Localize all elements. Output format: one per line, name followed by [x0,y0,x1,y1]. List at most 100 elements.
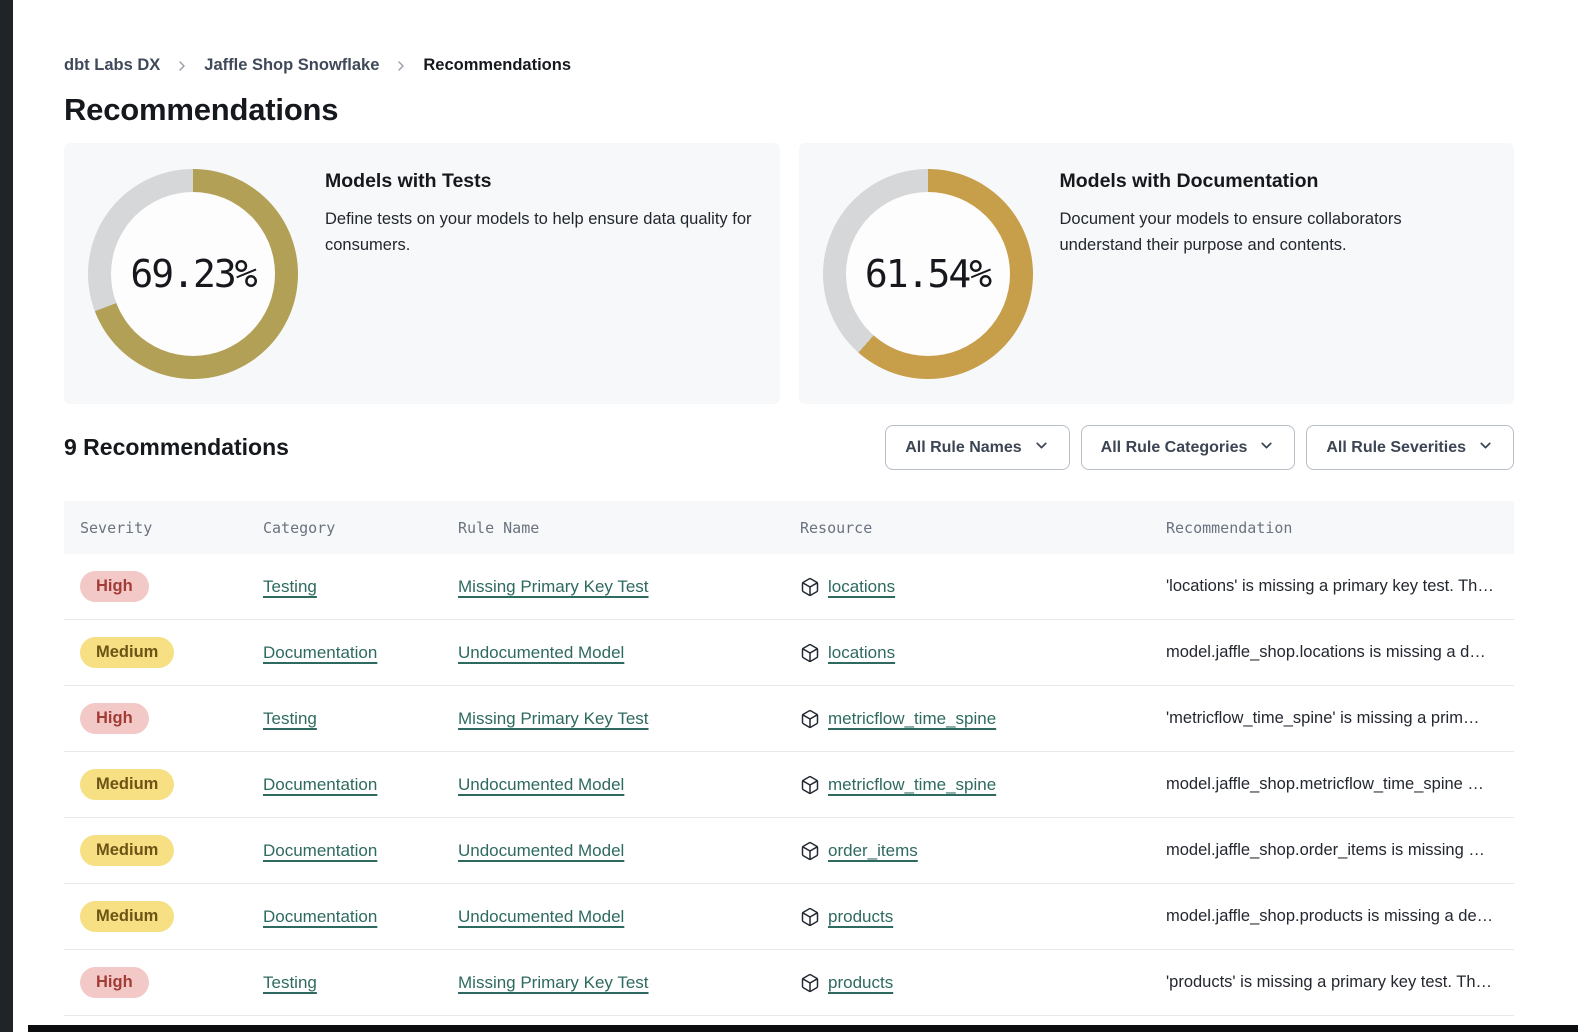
category-link[interactable]: Testing [263,577,317,596]
chevron-down-icon [1258,437,1275,459]
metric-card-models-with-documentation: 61.54% Models with Documentation Documen… [799,143,1515,404]
breadcrumb: dbt Labs DX Jaffle Shop Snowflake Recomm… [64,56,1514,75]
tests-card-text: Models with Tests Define tests on your m… [325,169,756,378]
category-cell: Testing [263,709,458,729]
column-header-severity: Severity [80,519,263,537]
rule-name-link[interactable]: Missing Primary Key Test [458,709,649,728]
category-link[interactable]: Testing [263,973,317,992]
severity-badge: High [80,571,149,602]
rule-name-link[interactable]: Undocumented Model [458,841,624,860]
recommendation-cell: model.jaffle_shop.metricflow_time_spine … [1166,775,1514,794]
recommendations-count: 9 Recommendations [64,434,289,461]
recommendation-text: 'products' is missing a primary key test… [1166,973,1514,992]
column-header-resource: Resource [800,519,1166,537]
resource-cell: products [800,973,1166,993]
category-cell: Testing [263,973,458,993]
filter-rule-names-dropdown[interactable]: All Rule Names [885,425,1069,470]
rule-name-link[interactable]: Undocumented Model [458,907,624,926]
tests-donut-chart: 69.23% [88,169,298,379]
severity-cell: High [80,703,263,734]
resource-cell: metricflow_time_spine [800,709,1166,729]
category-link[interactable]: Testing [263,709,317,728]
category-cell: Documentation [263,907,458,927]
rule-name-cell: Missing Primary Key Test [458,973,800,993]
category-link[interactable]: Documentation [263,907,377,926]
severity-badge: Medium [80,769,174,800]
resource-cell: locations [800,577,1166,597]
cube-icon [800,907,820,927]
table-body: High Testing Missing Primary Key Test lo… [64,554,1514,1016]
severity-cell: High [80,571,263,602]
table-row: Medium Documentation Undocumented Model … [64,884,1514,950]
severity-badge: Medium [80,901,174,932]
severity-badge: High [80,703,149,734]
resource-link[interactable]: locations [828,643,895,663]
cube-icon [800,577,820,597]
tests-card-title: Models with Tests [325,170,756,193]
recommendation-text: model.jaffle_shop.order_items is missing… [1166,841,1514,860]
filter-rule-categories-dropdown[interactable]: All Rule Categories [1081,425,1296,470]
rule-name-cell: Undocumented Model [458,841,800,861]
column-header-rule-name: Rule Name [458,519,800,537]
chevron-down-icon [1033,437,1050,459]
recommendation-cell: model.jaffle_shop.products is missing a … [1166,907,1514,926]
table-row: Medium Documentation Undocumented Model … [64,620,1514,686]
filter-rule-severities-label: All Rule Severities [1326,439,1466,457]
breadcrumb-item-account[interactable]: dbt Labs DX [64,56,160,75]
metric-card-models-with-tests: 69.23% Models with Tests Define tests on… [64,143,780,404]
severity-cell: Medium [80,637,263,668]
cube-icon [800,973,820,993]
category-link[interactable]: Documentation [263,775,377,794]
recommendation-text: 'locations' is missing a primary key tes… [1166,577,1514,596]
severity-cell: Medium [80,769,263,800]
documentation-card-description: Document your models to ensure collabora… [1060,207,1428,259]
rule-name-link[interactable]: Undocumented Model [458,775,624,794]
rule-name-link[interactable]: Undocumented Model [458,643,624,662]
table-row: High Testing Missing Primary Key Test pr… [64,950,1514,1016]
recommendation-cell: 'metricflow_time_spine' is missing a pri… [1166,709,1514,728]
table-row: Medium Documentation Undocumented Model … [64,752,1514,818]
page-title: Recommendations [64,92,1514,128]
recommendation-text: 'metricflow_time_spine' is missing a pri… [1166,709,1514,728]
recommendations-table: Severity Category Rule Name Resource Rec… [64,501,1514,1016]
column-header-category: Category [263,519,458,537]
recommendation-text: model.jaffle_shop.metricflow_time_spine … [1166,775,1514,794]
category-link[interactable]: Documentation [263,643,377,662]
window-left-edge [0,0,13,1032]
resource-link[interactable]: metricflow_time_spine [828,709,996,729]
resource-link[interactable]: metricflow_time_spine [828,775,996,795]
cube-icon [800,841,820,861]
category-link[interactable]: Documentation [263,841,377,860]
severity-badge: Medium [80,637,174,668]
filter-rule-names-label: All Rule Names [905,439,1021,457]
table-row: High Testing Missing Primary Key Test lo… [64,554,1514,620]
chevron-down-icon [1477,437,1494,459]
rule-name-cell: Undocumented Model [458,775,800,795]
recommendation-text: model.jaffle_shop.products is missing a … [1166,907,1514,926]
table-header: Severity Category Rule Name Resource Rec… [64,501,1514,554]
filter-rule-categories-label: All Rule Categories [1101,439,1248,457]
resource-link[interactable]: products [828,973,893,993]
rule-name-cell: Undocumented Model [458,643,800,663]
metric-cards: 69.23% Models with Tests Define tests on… [64,143,1514,404]
filter-rule-severities-dropdown[interactable]: All Rule Severities [1306,425,1514,470]
category-cell: Documentation [263,775,458,795]
resource-cell: metricflow_time_spine [800,775,1166,795]
resource-link[interactable]: order_items [828,841,918,861]
severity-cell: High [80,967,263,998]
resource-cell: order_items [800,841,1166,861]
rule-name-cell: Undocumented Model [458,907,800,927]
cube-icon [800,643,820,663]
breadcrumb-item-project[interactable]: Jaffle Shop Snowflake [204,56,379,75]
resource-link[interactable]: products [828,907,893,927]
category-cell: Documentation [263,643,458,663]
breadcrumb-item-current: Recommendations [423,56,571,75]
rule-name-link[interactable]: Missing Primary Key Test [458,577,649,596]
severity-cell: Medium [80,835,263,866]
documentation-card-text: Models with Documentation Document your … [1060,169,1428,378]
resource-link[interactable]: locations [828,577,895,597]
rule-name-cell: Missing Primary Key Test [458,709,800,729]
severity-cell: Medium [80,901,263,932]
resource-cell: locations [800,643,1166,663]
rule-name-link[interactable]: Missing Primary Key Test [458,973,649,992]
